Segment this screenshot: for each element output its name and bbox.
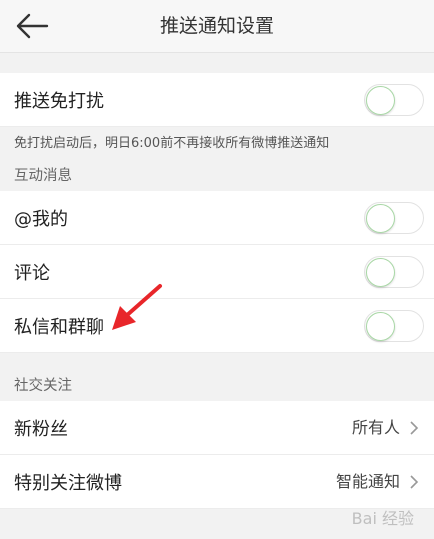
special-follow-row[interactable]: 特别关注微博 智能通知 <box>0 455 434 509</box>
at-me-row[interactable]: @我的 <box>0 191 434 245</box>
comment-toggle[interactable] <box>364 256 424 288</box>
comment-row[interactable]: 评论 <box>0 245 434 299</box>
watermark: Bai 经验 <box>351 509 414 528</box>
section-interaction-title: 互动消息 <box>0 161 434 191</box>
new-fans-row[interactable]: 新粉丝 所有人 <box>0 401 434 455</box>
special-follow-value: 智能通知 <box>335 472 400 491</box>
toggle-knob <box>366 86 395 115</box>
at-me-toggle[interactable] <box>364 202 424 234</box>
dm-group-toggle[interactable] <box>364 310 424 342</box>
dm-group-row[interactable]: 私信和群聊 <box>0 299 434 353</box>
dnd-label: 推送免打扰 <box>14 90 104 112</box>
dnd-description: 免打扰启动后，明日6:00前不再接收所有微博推送通知 <box>0 127 434 161</box>
new-fans-value: 所有人 <box>351 418 400 437</box>
comment-label: 评论 <box>14 262 50 284</box>
dnd-toggle[interactable] <box>364 84 424 116</box>
toggle-knob <box>366 258 395 287</box>
dm-group-label: 私信和群聊 <box>14 316 104 338</box>
section-social-title: 社交关注 <box>0 371 434 401</box>
toggle-knob <box>366 204 395 233</box>
new-fans-label: 新粉丝 <box>14 418 68 440</box>
page-title: 推送通知设置 <box>159 15 274 37</box>
special-follow-label: 特别关注微博 <box>14 472 122 494</box>
chevron-right-icon <box>410 421 419 435</box>
at-me-label: @我的 <box>14 208 68 230</box>
toggle-knob <box>366 312 395 341</box>
dnd-row[interactable]: 推送免打扰 <box>0 73 434 127</box>
top-bar: 推送通知设置 <box>0 0 434 53</box>
chevron-right-icon <box>410 475 419 489</box>
